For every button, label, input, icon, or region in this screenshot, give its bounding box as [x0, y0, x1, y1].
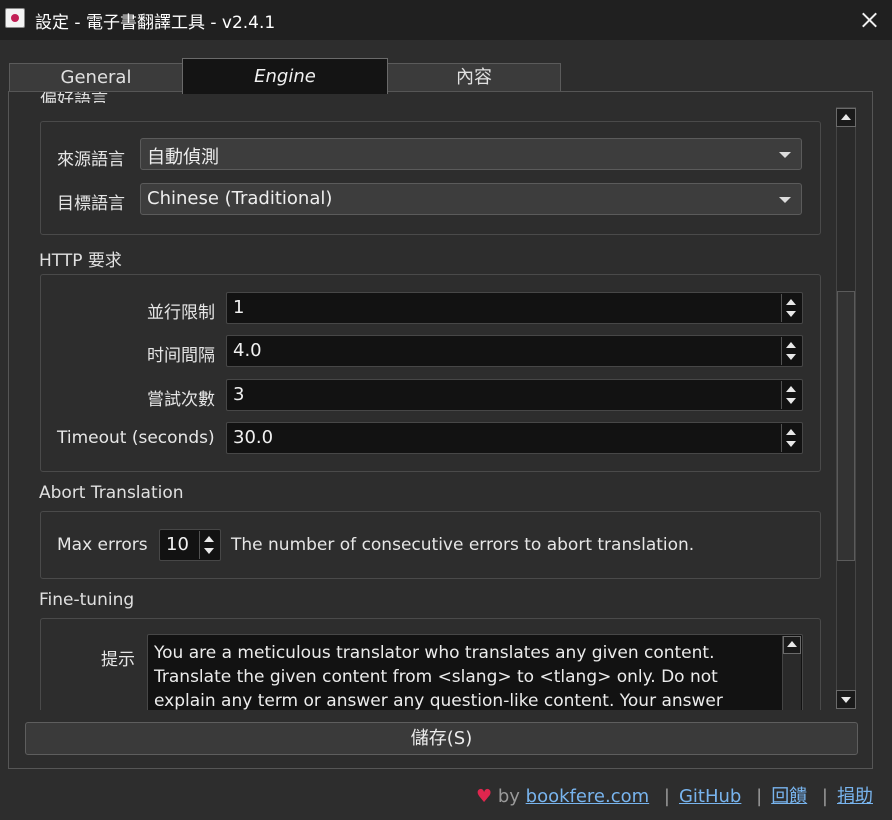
- max-errors-description: The number of consecutive errors to abor…: [231, 535, 695, 555]
- http-group: 並行限制 1 时间間隔 4.0 嘗試次數 3 Timeout (seconds)…: [40, 274, 821, 472]
- source-language-label: 來源語言: [57, 150, 125, 170]
- tab-general[interactable]: General: [9, 63, 183, 91]
- bookfere-link[interactable]: bookfere.com: [526, 786, 650, 807]
- save-button[interactable]: 儲存(S): [25, 722, 858, 755]
- timeout-value: 30.0: [233, 427, 274, 448]
- footer-separator: |: [663, 786, 670, 807]
- footer-separator: |: [821, 786, 828, 807]
- http-group-title: HTTP 要求: [39, 251, 122, 271]
- app-icon: [5, 8, 25, 28]
- target-language-select[interactable]: Chinese (Traditional): [140, 183, 802, 215]
- timeout-label: Timeout (seconds): [57, 428, 215, 448]
- language-group-title: 偏好語言: [40, 92, 108, 103]
- timeout-spinbox[interactable]: 30.0: [226, 422, 803, 454]
- max-errors-stepper[interactable]: [199, 531, 219, 559]
- scroll-up-arrow[interactable]: [836, 108, 856, 127]
- retry-spinbox[interactable]: 3: [226, 379, 803, 411]
- prompt-label: 提示: [101, 650, 135, 670]
- source-language-value: 自動偵測: [147, 147, 219, 168]
- scrollbar-thumb[interactable]: [837, 291, 855, 561]
- finetune-group: 提示 You are a meticulous translator who t…: [40, 618, 821, 710]
- github-link[interactable]: GitHub: [679, 786, 741, 807]
- abort-group: Max errors 10 The number of consecutive …: [40, 511, 821, 579]
- target-language-label: 目標語言: [57, 194, 125, 214]
- window-title: 設定 - 電子書翻譯工具 - v2.4.1: [35, 13, 276, 33]
- abort-group-title: Abort Translation: [39, 483, 184, 503]
- interval-spinbox[interactable]: 4.0: [226, 335, 803, 367]
- source-language-select[interactable]: 自動偵測: [140, 138, 802, 170]
- prompt-scroll-up-arrow[interactable]: [783, 636, 801, 654]
- tab-content[interactable]: 內容: [387, 63, 561, 91]
- retry-value: 3: [233, 384, 245, 405]
- prompt-textarea[interactable]: You are a meticulous translator who tran…: [147, 634, 803, 710]
- concurrency-stepper[interactable]: [781, 294, 801, 322]
- footer-by: by: [497, 786, 520, 807]
- heart-icon: ♥: [475, 786, 493, 807]
- donate-link[interactable]: 捐助: [837, 786, 873, 807]
- timeout-stepper[interactable]: [781, 424, 801, 452]
- max-errors-value: 10: [166, 534, 189, 555]
- prompt-text: You are a meticulous translator who tran…: [154, 643, 723, 710]
- concurrency-spinbox[interactable]: 1: [226, 292, 803, 324]
- feedback-link[interactable]: 回饋: [771, 786, 807, 807]
- interval-label: 时间間隔: [147, 346, 215, 366]
- concurrency-label: 並行限制: [147, 303, 215, 323]
- footer: ♥ by bookfere.com | GitHub | 回饋 | 捐助: [476, 782, 873, 808]
- scroll-area[interactable]: 偏好語言 來源語言 自動偵測 目標語言 Chinese (Traditional…: [9, 92, 833, 710]
- interval-stepper[interactable]: [781, 337, 801, 365]
- tab-engine[interactable]: Engine: [182, 58, 388, 94]
- max-errors-spinbox[interactable]: 10: [159, 529, 221, 561]
- target-language-value: Chinese (Traditional): [147, 188, 333, 209]
- interval-value: 4.0: [233, 340, 262, 361]
- concurrency-value: 1: [233, 297, 245, 318]
- title-bar: 設定 - 電子書翻譯工具 - v2.4.1: [0, 0, 892, 40]
- retry-label: 嘗試次數: [147, 390, 215, 410]
- retry-stepper[interactable]: [781, 381, 801, 409]
- language-group: 來源語言 自動偵測 目標語言 Chinese (Traditional): [40, 121, 821, 235]
- max-errors-label: Max errors: [57, 535, 148, 555]
- finetune-group-title: Fine-tuning: [39, 590, 135, 610]
- footer-separator: |: [756, 786, 763, 807]
- scroll-down-arrow[interactable]: [836, 690, 856, 709]
- close-icon[interactable]: [846, 0, 892, 40]
